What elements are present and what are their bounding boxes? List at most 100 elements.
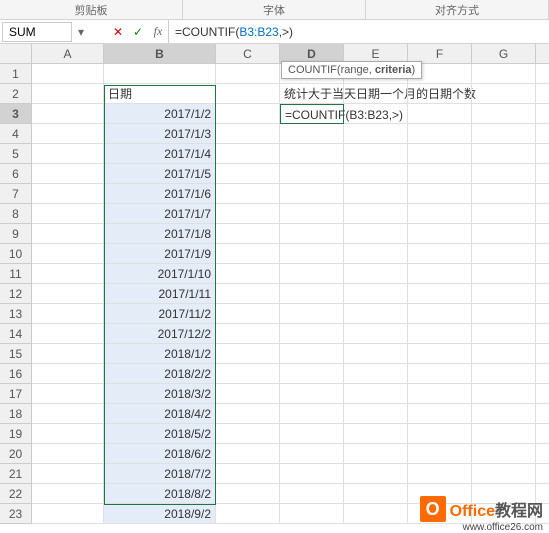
col-head-G[interactable]: G bbox=[472, 44, 536, 64]
cell-C20[interactable] bbox=[216, 444, 280, 464]
cell-C8[interactable] bbox=[216, 204, 280, 224]
cell-E10[interactable] bbox=[344, 244, 408, 264]
fx-button[interactable]: fx bbox=[148, 24, 168, 39]
cell-D10[interactable] bbox=[280, 244, 344, 264]
cell-B2[interactable]: 日期 bbox=[104, 84, 216, 104]
cell-C15[interactable] bbox=[216, 344, 280, 364]
spreadsheet-grid[interactable]: ABCDEFG12日期统计大于当天日期一个月的日期个数32017/1/2=COU… bbox=[0, 44, 549, 524]
cell-G2[interactable] bbox=[472, 84, 536, 104]
cell-F5[interactable] bbox=[408, 144, 472, 164]
cell-B21[interactable]: 2018/7/2 bbox=[104, 464, 216, 484]
cell-C19[interactable] bbox=[216, 424, 280, 444]
cell-A13[interactable] bbox=[32, 304, 104, 324]
cell-E7[interactable] bbox=[344, 184, 408, 204]
cell-G13[interactable] bbox=[472, 304, 536, 324]
cell-A16[interactable] bbox=[32, 364, 104, 384]
cell-F10[interactable] bbox=[408, 244, 472, 264]
cell-B22[interactable]: 2018/8/2 bbox=[104, 484, 216, 504]
row-head-4[interactable]: 4 bbox=[0, 124, 32, 144]
cell-F17[interactable] bbox=[408, 384, 472, 404]
cell-C6[interactable] bbox=[216, 164, 280, 184]
cell-E12[interactable] bbox=[344, 284, 408, 304]
cell-D11[interactable] bbox=[280, 264, 344, 284]
cell-A4[interactable] bbox=[32, 124, 104, 144]
cell-E5[interactable] bbox=[344, 144, 408, 164]
cell-G4[interactable] bbox=[472, 124, 536, 144]
cell-B5[interactable]: 2017/1/4 bbox=[104, 144, 216, 164]
cell-A3[interactable] bbox=[32, 104, 104, 124]
cell-E2[interactable] bbox=[344, 84, 408, 104]
cell-C1[interactable] bbox=[216, 64, 280, 84]
cell-E13[interactable] bbox=[344, 304, 408, 324]
cell-A22[interactable] bbox=[32, 484, 104, 504]
cell-E20[interactable] bbox=[344, 444, 408, 464]
cell-C16[interactable] bbox=[216, 364, 280, 384]
row-head-6[interactable]: 6 bbox=[0, 164, 32, 184]
cell-G14[interactable] bbox=[472, 324, 536, 344]
cell-E15[interactable] bbox=[344, 344, 408, 364]
row-head-5[interactable]: 5 bbox=[0, 144, 32, 164]
cell-C2[interactable] bbox=[216, 84, 280, 104]
cell-E9[interactable] bbox=[344, 224, 408, 244]
cell-B10[interactable]: 2017/1/9 bbox=[104, 244, 216, 264]
accept-formula-button[interactable]: ✓ bbox=[128, 25, 148, 39]
cell-E8[interactable] bbox=[344, 204, 408, 224]
cell-G18[interactable] bbox=[472, 404, 536, 424]
row-head-12[interactable]: 12 bbox=[0, 284, 32, 304]
cell-G17[interactable] bbox=[472, 384, 536, 404]
cell-A19[interactable] bbox=[32, 424, 104, 444]
cell-G9[interactable] bbox=[472, 224, 536, 244]
row-head-11[interactable]: 11 bbox=[0, 264, 32, 284]
cell-F7[interactable] bbox=[408, 184, 472, 204]
row-head-14[interactable]: 14 bbox=[0, 324, 32, 344]
cell-A23[interactable] bbox=[32, 504, 104, 524]
cell-C14[interactable] bbox=[216, 324, 280, 344]
cell-F11[interactable] bbox=[408, 264, 472, 284]
cell-B18[interactable]: 2018/4/2 bbox=[104, 404, 216, 424]
cell-G10[interactable] bbox=[472, 244, 536, 264]
cell-G5[interactable] bbox=[472, 144, 536, 164]
cell-B14[interactable]: 2017/12/2 bbox=[104, 324, 216, 344]
row-head-13[interactable]: 13 bbox=[0, 304, 32, 324]
cell-E19[interactable] bbox=[344, 424, 408, 444]
row-head-19[interactable]: 19 bbox=[0, 424, 32, 444]
cell-B20[interactable]: 2018/6/2 bbox=[104, 444, 216, 464]
cell-B17[interactable]: 2018/3/2 bbox=[104, 384, 216, 404]
cell-E4[interactable] bbox=[344, 124, 408, 144]
cell-G8[interactable] bbox=[472, 204, 536, 224]
cell-F9[interactable] bbox=[408, 224, 472, 244]
cell-F20[interactable] bbox=[408, 444, 472, 464]
cell-C23[interactable] bbox=[216, 504, 280, 524]
cell-C18[interactable] bbox=[216, 404, 280, 424]
cell-A10[interactable] bbox=[32, 244, 104, 264]
name-box-dropdown[interactable]: ▾ bbox=[74, 25, 88, 39]
cell-C21[interactable] bbox=[216, 464, 280, 484]
cell-D15[interactable] bbox=[280, 344, 344, 364]
cell-B8[interactable]: 2017/1/7 bbox=[104, 204, 216, 224]
cell-C22[interactable] bbox=[216, 484, 280, 504]
cell-D21[interactable] bbox=[280, 464, 344, 484]
row-head-20[interactable]: 20 bbox=[0, 444, 32, 464]
cell-F2[interactable] bbox=[408, 84, 472, 104]
cell-D13[interactable] bbox=[280, 304, 344, 324]
row-head-17[interactable]: 17 bbox=[0, 384, 32, 404]
col-head-C[interactable]: C bbox=[216, 44, 280, 64]
cell-B23[interactable]: 2018/9/2 bbox=[104, 504, 216, 524]
cell-G12[interactable] bbox=[472, 284, 536, 304]
cell-G21[interactable] bbox=[472, 464, 536, 484]
cell-A15[interactable] bbox=[32, 344, 104, 364]
cell-F14[interactable] bbox=[408, 324, 472, 344]
cell-B9[interactable]: 2017/1/8 bbox=[104, 224, 216, 244]
cell-A11[interactable] bbox=[32, 264, 104, 284]
cell-D5[interactable] bbox=[280, 144, 344, 164]
cell-F18[interactable] bbox=[408, 404, 472, 424]
row-head-3[interactable]: 3 bbox=[0, 104, 32, 124]
cell-D23[interactable] bbox=[280, 504, 344, 524]
name-box[interactable]: SUM bbox=[2, 22, 72, 42]
cell-B16[interactable]: 2018/2/2 bbox=[104, 364, 216, 384]
cell-A9[interactable] bbox=[32, 224, 104, 244]
cell-C7[interactable] bbox=[216, 184, 280, 204]
cell-F16[interactable] bbox=[408, 364, 472, 384]
cell-E21[interactable] bbox=[344, 464, 408, 484]
row-head-2[interactable]: 2 bbox=[0, 84, 32, 104]
